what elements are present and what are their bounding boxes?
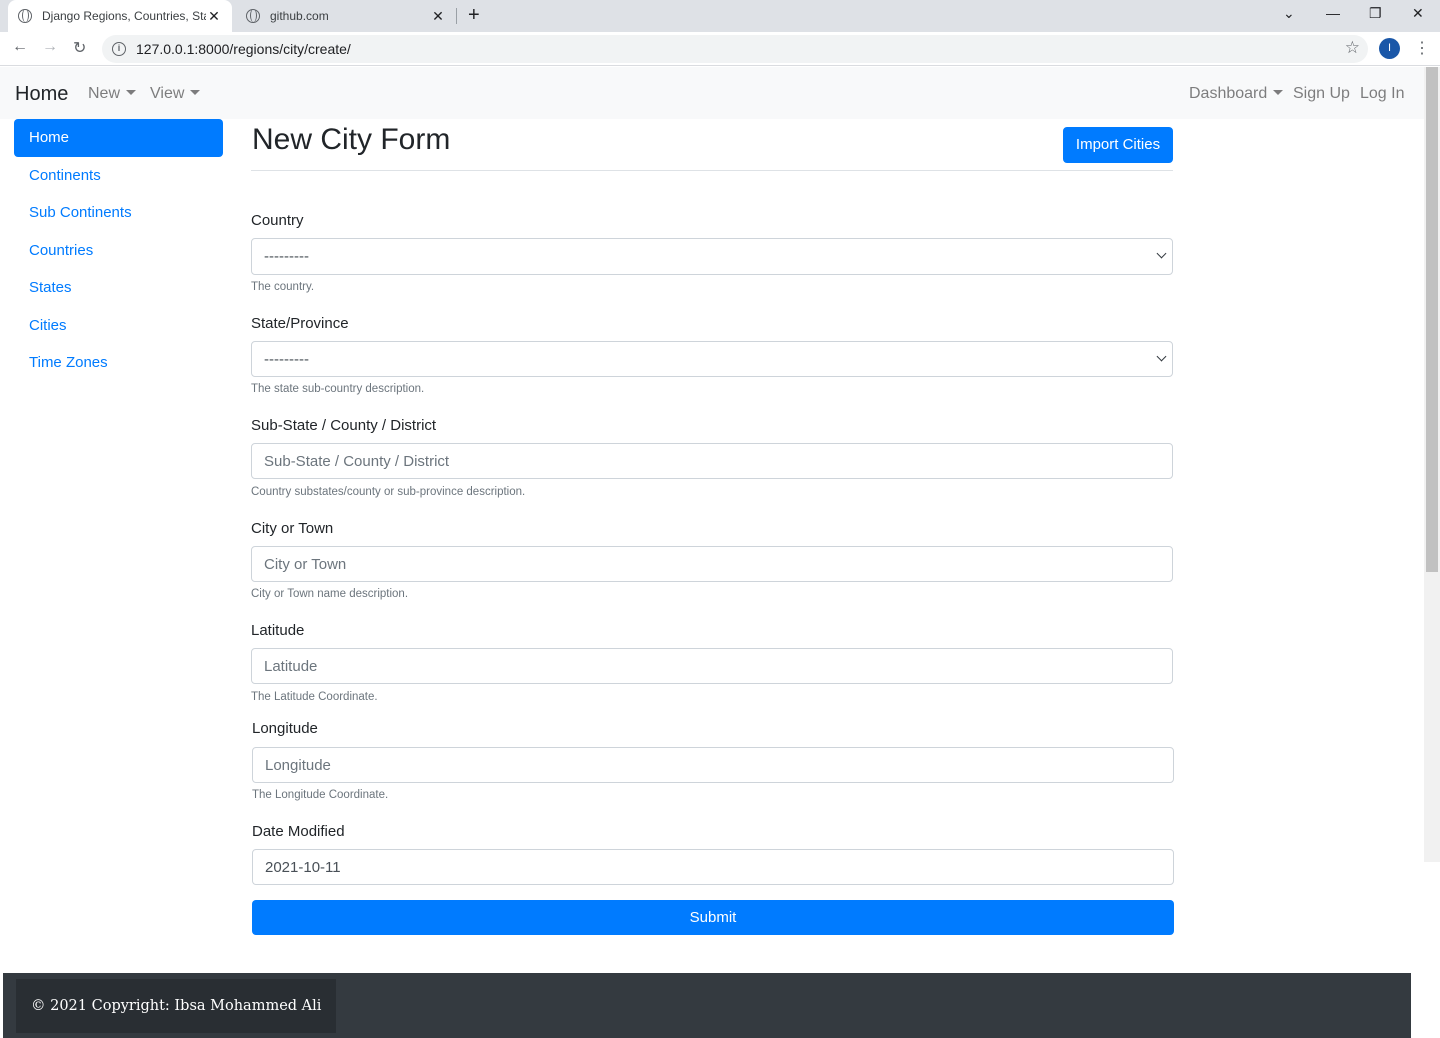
nav-dashboard-label: Dashboard (1189, 85, 1268, 102)
substate-label: Sub-State / County / District (251, 417, 437, 434)
close-window-icon[interactable]: ✕ (1412, 5, 1424, 22)
nav-dropdown-dashboard[interactable]: Dashboard (1189, 85, 1284, 103)
nav-view-label: View (150, 85, 185, 102)
close-tab-icon[interactable]: ✕ (430, 8, 446, 25)
browser-menu-icon[interactable]: ⋮ (1414, 38, 1430, 58)
city-help: City or Town name description. (251, 588, 409, 600)
site-footer: © 2021 Copyright: Ibsa Mohammed Ali (3, 973, 1411, 1038)
profile-avatar[interactable]: I (1379, 38, 1400, 59)
scrollbar-gap (1424, 862, 1440, 1038)
substate-input[interactable]: Sub-State / County / District (251, 443, 1173, 479)
title-divider (251, 170, 1173, 171)
globe-icon (18, 9, 32, 23)
tab-title: github.com (270, 9, 329, 23)
restore-icon[interactable]: ❐ (1369, 5, 1382, 22)
country-help: The country. (251, 281, 315, 293)
tab-title: Django Regions, Countries, State (42, 9, 206, 23)
longitude-help: The Longitude Coordinate. (252, 789, 389, 801)
browser-tab-active[interactable]: Django Regions, Countries, State ✕ (8, 0, 232, 32)
tab-search-chevron-icon[interactable]: ⌄ (1283, 5, 1295, 22)
sidebar-item-home[interactable]: Home (14, 119, 223, 157)
browser-tabstrip: Django Regions, Countries, State ✕ githu… (0, 0, 1440, 32)
sidebar-item-states[interactable]: States (14, 269, 223, 307)
close-tab-icon[interactable]: ✕ (206, 8, 222, 25)
browser-tab-github[interactable]: github.com ✕ (236, 0, 456, 32)
forward-icon[interactable]: → (42, 38, 58, 56)
page-title: New City Form (252, 123, 451, 156)
submit-button[interactable]: Submit (252, 900, 1174, 935)
caret-down-icon (126, 90, 137, 95)
nav-new-label: New (88, 85, 121, 102)
nav-dropdown-view[interactable]: View (150, 85, 201, 103)
import-cities-button[interactable]: Import Cities (1063, 127, 1173, 163)
chevron-down-icon (1156, 351, 1167, 362)
address-bar[interactable]: i 127.0.0.1:8000/regions/city/create/ ☆ (102, 35, 1368, 63)
state-help: The state sub-country description. (251, 383, 425, 395)
latitude-help: The Latitude Coordinate. (251, 691, 378, 703)
browser-toolbar: ← → ↻ i 127.0.0.1:8000/regions/city/crea… (0, 32, 1440, 66)
substate-help: Country substates/county or sub-province… (251, 486, 526, 498)
sidebar-item-continents[interactable]: Continents (14, 157, 223, 195)
tab-divider (456, 8, 457, 24)
reload-icon[interactable]: ↻ (73, 38, 86, 58)
date-modified-input[interactable]: 2021-10-11 (252, 849, 1174, 885)
state-selected-value: --------- (264, 350, 309, 368)
nav-login-link[interactable]: Log In (1360, 85, 1404, 103)
sidebar: Home Continents Sub Continents Countries… (14, 119, 223, 382)
country-selected-value: --------- (264, 248, 309, 265)
country-label: Country (251, 212, 304, 229)
sidebar-item-cities[interactable]: Cities (14, 307, 223, 345)
longitude-label: Longitude (252, 720, 318, 737)
sidebar-item-countries[interactable]: Countries (14, 232, 223, 270)
nav-signup-link[interactable]: Sign Up (1293, 85, 1350, 103)
latitude-input[interactable]: Latitude (251, 648, 1173, 684)
info-icon[interactable]: i (112, 42, 126, 56)
sidebar-item-time-zones[interactable]: Time Zones (14, 344, 223, 382)
back-icon[interactable]: ← (12, 38, 28, 56)
longitude-input[interactable]: Longitude (252, 747, 1174, 783)
date-modified-label: Date Modified (252, 823, 345, 840)
scrollbar-thumb[interactable] (1426, 67, 1438, 572)
city-input[interactable]: City or Town (251, 546, 1173, 582)
caret-down-icon (190, 90, 201, 95)
sidebar-item-sub-continents[interactable]: Sub Continents (14, 194, 223, 232)
state-select[interactable]: --------- (251, 341, 1173, 377)
minimize-icon[interactable]: — (1326, 5, 1340, 21)
bookmark-star-icon[interactable]: ☆ (1345, 38, 1360, 58)
globe-icon (246, 9, 260, 23)
site-navbar: Home New View Dashboard Sign Up Log In (0, 67, 1424, 119)
city-label: City or Town (251, 520, 334, 537)
state-label: State/Province (251, 315, 349, 332)
chevron-down-icon (1156, 248, 1167, 259)
caret-down-icon (1273, 90, 1284, 95)
country-select[interactable]: --------- (251, 238, 1173, 275)
new-tab-icon[interactable]: + (468, 4, 480, 27)
navbar-brand[interactable]: Home (15, 83, 68, 106)
nav-dropdown-new[interactable]: New (88, 85, 137, 103)
copyright-text: © 2021 Copyright: Ibsa Mohammed Ali (16, 979, 337, 1033)
url-text: 127.0.0.1:8000/regions/city/create/ (136, 41, 351, 57)
latitude-label: Latitude (251, 622, 305, 639)
